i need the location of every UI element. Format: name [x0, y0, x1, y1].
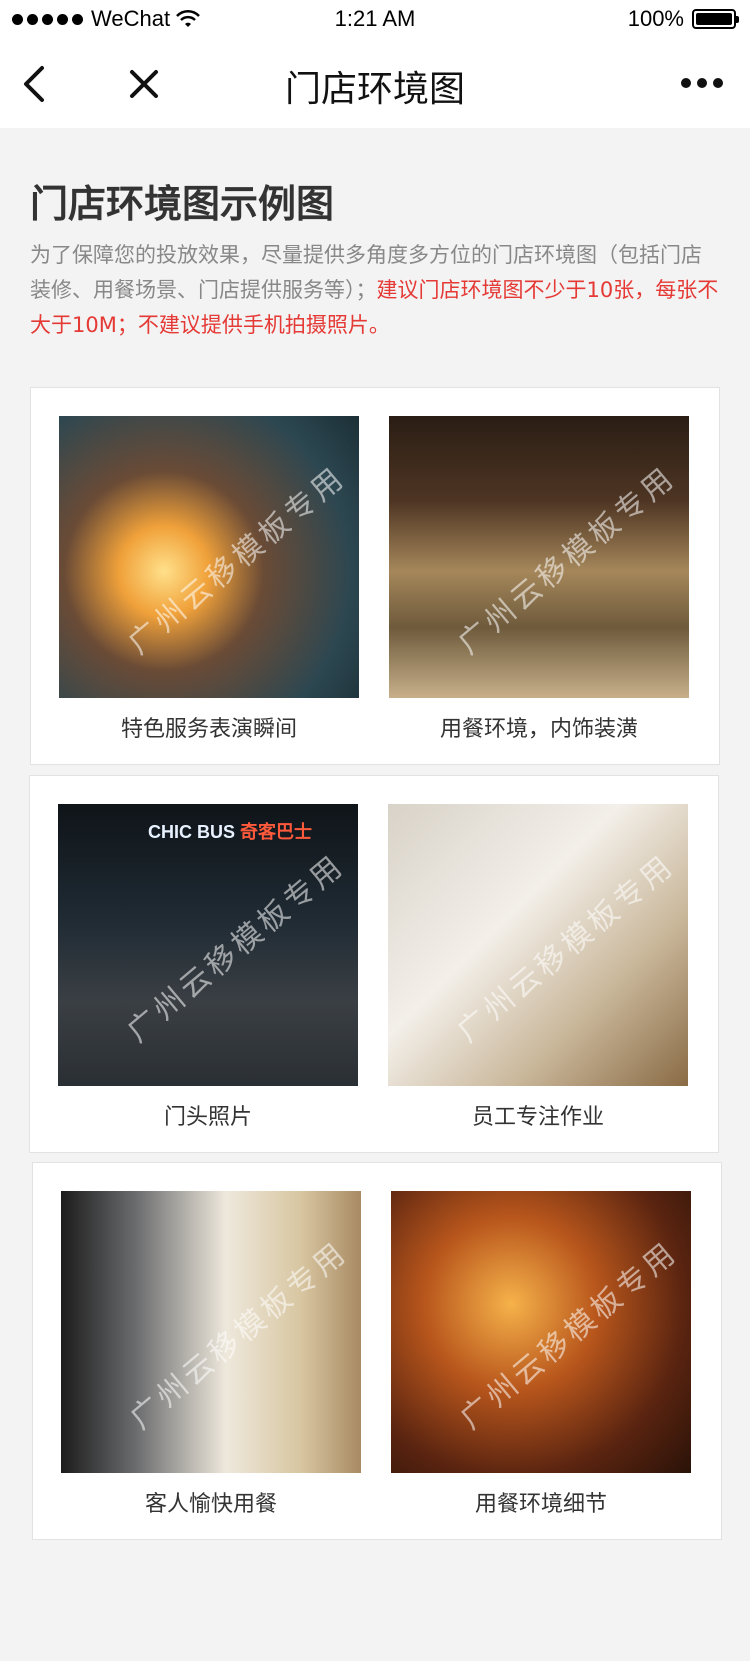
- photo-item[interactable]: 广州云移模板专用 用餐环境，内饰装潢: [389, 416, 689, 744]
- photo-caption: 用餐环境细节: [474, 1492, 607, 1517]
- photo-caption: 客人愉快用餐: [144, 1492, 277, 1517]
- battery-percent: 100%: [627, 6, 684, 31]
- photo-caption: 特色服务表演瞬间: [120, 717, 297, 742]
- photo-card: CHIC BUS 奇客巴士 广州云移模板专用 门头照片 广州云移模板专用 员工专…: [29, 775, 719, 1153]
- photo-dining-interior: 广州云移模板专用: [389, 416, 689, 698]
- watermark: 广州云移模板专用: [453, 1234, 685, 1437]
- description: 为了保障您的投放效果，尽量提供多角度多方位的门店环境图（包括门店装修、用餐场景、…: [30, 238, 720, 343]
- sign-english: CHIC BUS: [148, 822, 236, 842]
- sign-chinese: 奇客巴士: [240, 822, 313, 842]
- more-button[interactable]: [678, 68, 726, 98]
- photo-card: 广州云移模板专用 特色服务表演瞬间 广州云移模板专用 用餐环境，内饰装潢: [30, 387, 720, 765]
- watermark: 广州云移模板专用: [120, 847, 352, 1050]
- photo-caption: 员工专注作业: [471, 1105, 604, 1130]
- photo-caption: 门头照片: [163, 1105, 252, 1130]
- photo-performance: 广州云移模板专用: [59, 416, 359, 698]
- status-bar: WeChat 1:21 AM 100%: [0, 0, 750, 40]
- photo-item[interactable]: 广州云移模板专用 客人愉快用餐: [61, 1191, 361, 1519]
- photo-item[interactable]: 广州云移模板专用 特色服务表演瞬间: [59, 416, 359, 744]
- more-icon: [681, 78, 723, 88]
- photo-dining-detail: 广州云移模板专用: [391, 1191, 691, 1473]
- navigation-bar: 门店环境图: [0, 40, 750, 128]
- intro-section: 门店环境图示例图 为了保障您的投放效果，尽量提供多角度多方位的门店环境图（包括门…: [30, 180, 720, 343]
- status-right: 100%: [627, 6, 739, 32]
- storefront-sign: CHIC BUS 奇客巴士: [148, 818, 312, 844]
- photo-item[interactable]: 广州云移模板专用 用餐环境细节: [391, 1191, 691, 1519]
- section-title: 门店环境图示例图: [30, 182, 335, 226]
- watermark: 广州云移模板专用: [123, 1234, 355, 1437]
- photo-guests: 广州云移模板专用: [61, 1191, 361, 1473]
- watermark: 广州云移模板专用: [121, 459, 353, 662]
- photo-staff: 广州云移模板专用: [388, 804, 688, 1086]
- watermark: 广州云移模板专用: [451, 459, 683, 662]
- photo-caption: 用餐环境，内饰装潢: [439, 717, 638, 742]
- photo-card: 广州云移模板专用 客人愉快用餐 广州云移模板专用 用餐环境细节: [32, 1162, 722, 1540]
- watermark: 广州云移模板专用: [450, 847, 682, 1050]
- photo-item[interactable]: 广州云移模板专用 员工专注作业: [388, 804, 688, 1132]
- photo-storefront: CHIC BUS 奇客巴士 广州云移模板专用: [58, 804, 358, 1086]
- page-title: 门店环境图: [284, 69, 465, 110]
- photo-item[interactable]: CHIC BUS 奇客巴士 广州云移模板专用 门头照片: [58, 804, 358, 1132]
- battery-icon: [692, 9, 739, 29]
